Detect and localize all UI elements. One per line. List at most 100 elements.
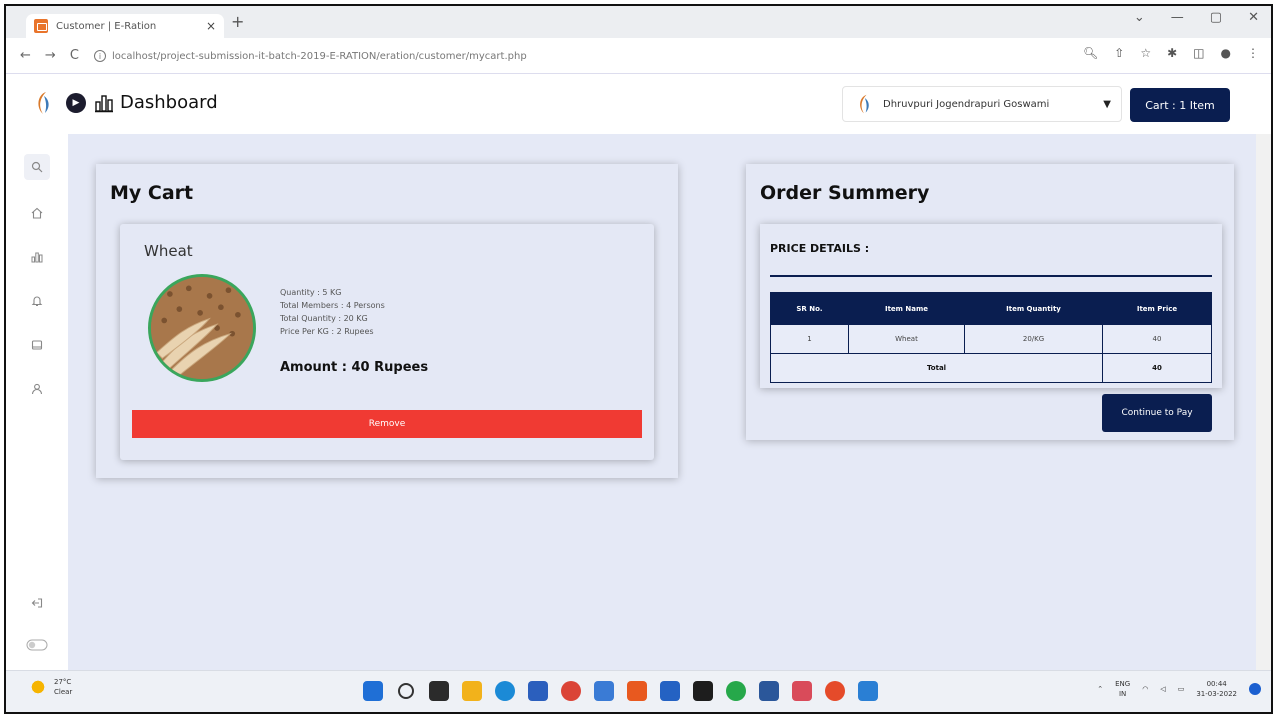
notification-icon[interactable] xyxy=(1249,683,1261,695)
language-indicator[interactable]: ENG IN xyxy=(1115,679,1130,699)
minimize-icon[interactable]: — xyxy=(1171,10,1184,25)
cell-quantity: 20/KG xyxy=(964,324,1103,354)
tab-title: Customer | E-Ration xyxy=(56,20,157,32)
weather-widget[interactable]: 27°C Clear xyxy=(30,677,72,697)
user-dropdown[interactable]: Dhruvpuri Jogendrapuri Goswami ▼ xyxy=(842,86,1122,122)
sublime-icon[interactable] xyxy=(693,681,713,701)
cell-sr: 1 xyxy=(770,324,849,354)
total-row: Total 40 xyxy=(770,353,1212,383)
close-window-icon[interactable]: ✕ xyxy=(1248,10,1259,25)
user-icon[interactable] xyxy=(24,376,50,402)
url-text: localhost/project-submission-it-batch-20… xyxy=(112,50,527,62)
clock-time: 00:44 xyxy=(1206,680,1227,688)
profile-icon[interactable]: ● xyxy=(1221,46,1231,60)
menu-icon[interactable]: ⋮ xyxy=(1247,46,1259,60)
theme-toggle[interactable] xyxy=(24,632,50,658)
scrollbar[interactable] xyxy=(1256,134,1271,674)
table-header-row: SR No. Item Name Item Quantity Item Pric… xyxy=(770,292,1212,325)
item-total-quantity: Total Quantity : 20 KG xyxy=(280,314,368,323)
page-title: Dashboard xyxy=(120,92,218,113)
extensions-icon[interactable]: ✱ xyxy=(1167,46,1177,60)
cart-button[interactable]: Cart : 1 Item xyxy=(1130,88,1230,122)
chart-icon[interactable] xyxy=(24,244,50,270)
item-details: Quantity : 5 KG Total Members : 4 Person… xyxy=(280,286,385,338)
temperature: 27°C xyxy=(54,678,72,686)
item-name: Wheat xyxy=(144,242,193,260)
item-quantity: Quantity : 5 KG xyxy=(280,288,342,297)
battery-icon[interactable]: ▭ xyxy=(1178,685,1185,693)
file-explorer-icon[interactable] xyxy=(462,681,482,701)
chrome-icon[interactable] xyxy=(561,681,581,701)
forward-arrow-icon[interactable]: → xyxy=(45,48,56,63)
cell-price: 40 xyxy=(1102,324,1212,354)
collapse-sidebar-button[interactable]: ▶ xyxy=(66,93,86,113)
maximize-icon[interactable]: ▢ xyxy=(1210,10,1222,25)
divider xyxy=(770,275,1212,277)
wifi-icon[interactable]: ◠ xyxy=(1142,685,1148,693)
home-icon[interactable] xyxy=(24,200,50,226)
search-taskbar-icon[interactable] xyxy=(398,683,414,699)
dashboard-icon xyxy=(95,95,113,113)
screen: Customer | E-Ration × + ⌄ — ▢ ✕ ← → C i … xyxy=(4,4,1273,714)
item-amount: Amount : 40 Rupees xyxy=(280,360,429,375)
volume-icon[interactable]: ◁ xyxy=(1160,685,1165,693)
snipping-tool-icon[interactable] xyxy=(792,681,812,701)
address-bar[interactable]: i localhost/project-submission-it-batch-… xyxy=(94,44,1094,68)
app-icon[interactable] xyxy=(660,681,680,701)
store-icon[interactable] xyxy=(528,681,548,701)
mail-icon[interactable] xyxy=(594,681,614,701)
browser-tab[interactable]: Customer | E-Ration × xyxy=(26,14,224,38)
taskbar: 27°C Clear ⌃ ENG IN ◠ ◁ ▭ 00:44 31-03-20… xyxy=(6,670,1271,712)
search-icon[interactable] xyxy=(24,154,50,180)
total-value: 40 xyxy=(1102,353,1212,383)
edge-icon[interactable] xyxy=(495,681,515,701)
total-label: Total xyxy=(770,353,1103,383)
column-header: SR No. xyxy=(770,292,849,325)
whatsapp-icon[interactable] xyxy=(726,681,746,701)
taskbar-apps xyxy=(363,681,878,701)
task-view-icon[interactable] xyxy=(429,681,449,701)
office-icon[interactable] xyxy=(627,681,647,701)
summary-title: Order Summery xyxy=(760,182,930,204)
chevron-up-icon[interactable]: ⌃ xyxy=(1097,685,1103,693)
remove-button[interactable]: Remove xyxy=(132,410,642,438)
chrome-profile-icon[interactable] xyxy=(825,681,845,701)
table-row: 1 Wheat 20/KG 40 xyxy=(770,324,1212,354)
word-icon[interactable] xyxy=(759,681,779,701)
language-code: ENG xyxy=(1115,680,1131,688)
weather-text: 27°C Clear xyxy=(54,677,72,697)
logout-icon[interactable] xyxy=(24,590,50,616)
bookmark-star-icon[interactable]: ☆ xyxy=(1140,46,1151,60)
reload-icon[interactable]: C xyxy=(70,48,79,63)
windows-start-icon[interactable] xyxy=(363,681,383,701)
wallet-icon[interactable] xyxy=(24,332,50,358)
app-logo-icon xyxy=(38,92,49,114)
bell-icon[interactable] xyxy=(24,288,50,314)
share-icon[interactable]: ⇧ xyxy=(1114,46,1124,60)
sidebar xyxy=(6,134,68,674)
browser-actions: 🔍︎ ⇧ ☆ ✱ ◫ ● ⋮ xyxy=(1083,46,1259,60)
weather-condition: Clear xyxy=(54,688,73,696)
cart-item-card: Wheat Quantity : 5 KG Total Members: 4 … xyxy=(120,224,654,460)
moon-icon xyxy=(30,679,46,695)
region-code: IN xyxy=(1118,690,1127,698)
user-logo-icon xyxy=(860,94,869,114)
user-name: Dhruvpuri Jogendrapuri Goswami xyxy=(883,98,1050,110)
sidebar-icon[interactable]: ◫ xyxy=(1193,46,1204,60)
zoom-icon[interactable]: 🔍︎ xyxy=(1083,46,1098,60)
site-info-icon[interactable]: i xyxy=(94,50,106,62)
tab-close-icon[interactable]: × xyxy=(206,19,216,33)
tab-search-icon[interactable]: ⌄ xyxy=(1134,10,1145,25)
price-details-heading: PRICE DETAILS : xyxy=(770,242,870,255)
column-header: Item Price xyxy=(1102,292,1212,325)
new-tab-icon[interactable]: + xyxy=(231,12,244,31)
clock[interactable]: 00:44 31-03-2022 xyxy=(1196,679,1237,699)
back-arrow-icon[interactable]: ← xyxy=(20,48,31,63)
item-members: Total Members : 4 Persons xyxy=(280,301,385,310)
my-cart-panel: My Cart Wheat Quantity: 5 KG Total Memb… xyxy=(96,164,678,478)
continue-to-pay-button[interactable]: Continue to Pay xyxy=(1102,394,1212,432)
main-content: My Cart Wheat Quantity: 5 KG Total Memb… xyxy=(68,134,1260,674)
caret-down-icon: ▼ xyxy=(1103,98,1111,110)
vscode-icon[interactable] xyxy=(858,681,878,701)
system-tray: ⌃ ENG IN ◠ ◁ ▭ 00:44 31-03-2022 xyxy=(1097,679,1261,699)
